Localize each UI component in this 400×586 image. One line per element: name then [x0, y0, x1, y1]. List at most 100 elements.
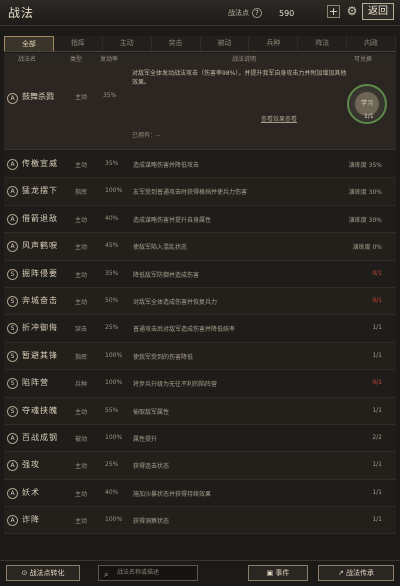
grade-icon: S — [7, 268, 18, 280]
tactic-type: 主动 — [75, 408, 88, 416]
table-row[interactable]: S 陷阵营 兵种 100% 将步兵升级为无往不利的陷阵营 0/1 — [4, 370, 396, 398]
grade-icon: A — [7, 515, 18, 527]
grade-icon: S — [7, 323, 18, 335]
table-row[interactable]: S 夺魂挟魄 主动 55% 偷取敌军属性 1/1 — [4, 397, 396, 425]
tactic-status: 1/1 — [372, 488, 382, 496]
tab-troop[interactable]: 兵种 — [249, 36, 299, 51]
table-row[interactable]: A 百战成钢 被动 100% 属性提升 2/2 — [4, 424, 396, 453]
tactic-type: 指挥 — [75, 189, 88, 197]
table-row[interactable]: S 暂避其锋 指挥 100% 使我军受到的伤害降低 1/1 — [4, 342, 396, 371]
table-row[interactable]: S 掘阵侵要 主动 35% 降低敌军防御并造成伤害 0/1 — [4, 260, 396, 288]
table-row[interactable]: A 妖术 主动 40% 施加沙暴状态并获得持续效果 1/1 — [4, 479, 396, 508]
search-icon: ⌕ — [104, 570, 109, 579]
tactic-type: 主动 — [75, 463, 88, 471]
help-icon[interactable]: ? — [252, 8, 262, 18]
category-tabs: 全部 指挥 主动 突击 被动 兵种 阵法 内政 — [4, 36, 396, 52]
tactic-description: 降低敌军防御并造成伤害 — [133, 271, 200, 279]
tactic-description: 友军受到普通攻击时获得格挡并使兵力伤害 — [133, 189, 248, 197]
inherit-icon: ↗ — [337, 569, 344, 577]
table-row[interactable]: A 风声鹤唳 主动 45% 使敌军陷入混乱状态 演练度 0% — [4, 233, 396, 261]
tactic-rate: 100% — [105, 433, 123, 441]
tactic-rate: 35% — [105, 160, 119, 167]
grade-icon: S — [7, 350, 18, 362]
tactic-description: 使我军受到的伤害降低 — [133, 353, 194, 361]
tactic-count: 1/1 — [364, 113, 374, 120]
add-points-button[interactable]: + — [327, 5, 340, 18]
settings-icon[interactable]: ⚙ — [345, 4, 359, 18]
tab-formation[interactable]: 阵法 — [298, 36, 348, 51]
convert-points-button[interactable]: ⊙ 战法点转化 — [6, 565, 80, 581]
tactic-type: 主动 — [75, 271, 88, 279]
tactic-name: 妖术 — [22, 487, 40, 497]
tactic-list: A 传檄宣威 主动 35% 造成谋略伤害并降低攻击 演练度 35% A 猛龙摆下 指挥 100%… — [4, 151, 396, 535]
table-row[interactable]: A 借箭退敌 主动 40% 造成谋略伤害并提升自身属性 演练度 30% — [4, 205, 396, 234]
grade-icon: A — [7, 186, 18, 198]
grade-icon: A — [7, 213, 18, 225]
tactic-name: 奔城奋击 — [22, 295, 58, 305]
col-type: 类型 — [70, 56, 83, 63]
search-placeholder: 战法名称或描述 — [117, 569, 160, 576]
tactic-rate: 25% — [105, 324, 119, 332]
grade-icon: A — [7, 460, 18, 472]
tactic-rate: 100% — [105, 516, 123, 524]
tactic-description: 对敌军全体造成伤害并恢复兵力 — [133, 298, 218, 306]
tactic-type: 主动 — [75, 94, 88, 101]
table-row[interactable]: A 猛龙摆下 指挥 100% 友军受到普通攻击时获得格挡并使兵力伤害 演练度 30% — [4, 178, 396, 206]
tactic-type: 突击 — [75, 326, 88, 334]
tab-all[interactable]: 全部 — [4, 36, 54, 51]
tactic-status: 1/1 — [372, 324, 382, 332]
tab-command[interactable]: 指挥 — [53, 36, 103, 51]
table-row[interactable]: A 诈降 主动 100% 获得洞察状态 1/1 — [4, 507, 396, 535]
tactic-type: 主动 — [75, 162, 88, 169]
tactic-name: 折冲御侮 — [22, 323, 58, 333]
tab-active[interactable]: 主动 — [102, 36, 152, 51]
tactic-name: 暂避其锋 — [22, 350, 58, 360]
tactic-description: 造成谋略伤害并提升自身属性 — [133, 216, 212, 224]
convert-label: 战法点转化 — [29, 569, 65, 577]
col-status: 可兑换 — [354, 56, 373, 63]
tab-passive[interactable]: 被动 — [200, 36, 250, 51]
table-row[interactable]: A 强攻 主动 25% 获得连击状态 1/1 — [4, 452, 396, 480]
table-row[interactable]: S 折冲御侮 突击 25% 普通攻击后对敌军造成伤害并降低统率 1/1 — [4, 315, 396, 343]
inherit-button[interactable]: ↗ 战法传承 — [318, 565, 394, 581]
event-button[interactable]: ▣ 事件 — [248, 565, 308, 581]
tactic-rate: 50% — [105, 296, 119, 304]
tactic-type: 主动 — [75, 216, 88, 224]
convert-icon: ⊙ — [21, 569, 28, 577]
tab-assault[interactable]: 突击 — [151, 36, 201, 51]
expanded-tactic-row[interactable]: A 鼓舞杀戮 主动 35% 对敌军全体发动战法攻击（伤害率98%），并提升我军自… — [4, 63, 396, 150]
tactic-rate: 100% — [105, 187, 123, 195]
owned-by: 已拥有：-- — [132, 132, 161, 139]
grade-icon: S — [7, 295, 18, 307]
grade-icon: S — [7, 405, 18, 417]
tactic-description: 对敌军全体发动战法攻击（伤害率98%），并提升我军自身攻击力并附加增加其他效果。 — [132, 70, 347, 86]
tactic-name: 传檄宣威 — [22, 159, 58, 168]
tactic-name: 猛龙摆下 — [22, 186, 58, 196]
col-name: 战法名 — [18, 56, 37, 63]
table-row[interactable]: S 奔城奋击 主动 50% 对敌军全体造成伤害并恢复兵力 0/1 — [4, 287, 396, 316]
tactic-type: 主动 — [75, 490, 88, 498]
tactic-description: 使敌军陷入混乱状态 — [133, 244, 188, 252]
tactic-name: 掘阵侵要 — [22, 268, 58, 278]
search-input[interactable]: ⌕ 战法名称或描述 — [98, 565, 198, 581]
grade-icon: A — [7, 241, 18, 253]
tactic-points: 战法点 ? 590 — [228, 5, 294, 21]
tactic-type: 主动 — [75, 518, 88, 526]
tactic-status: 0/1 — [372, 269, 382, 277]
effect-detail-link[interactable]: 查看效果查看 — [261, 114, 297, 123]
top-bar: 战法 战法点 ? 590 + ⚙ 返回 — [0, 0, 400, 26]
tactic-description: 属性提升 — [133, 435, 158, 443]
tactic-status: 0/1 — [372, 296, 382, 304]
back-button[interactable]: 返回 — [362, 3, 394, 20]
tactic-name: 陷阵营 — [22, 378, 49, 388]
tactic-description: 偷取敌军属性 — [133, 408, 170, 416]
tactic-status: 演练度 30% — [348, 189, 382, 197]
table-row[interactable]: A 传檄宣威 主动 35% 造成谋略伤害并降低攻击 演练度 35% — [4, 151, 396, 179]
grade-icon: A — [7, 93, 18, 104]
tactic-rate: 40% — [105, 488, 119, 496]
table-header: 战法名 类型 发动率 战法说明 可兑换 — [4, 53, 396, 63]
tactic-type: 被动 — [75, 435, 88, 443]
tactic-description: 获得连击状态 — [133, 463, 170, 471]
tab-internal[interactable]: 内政 — [347, 36, 396, 51]
tactic-description: 将步兵升级为无往不利的陷阵营 — [133, 381, 218, 389]
